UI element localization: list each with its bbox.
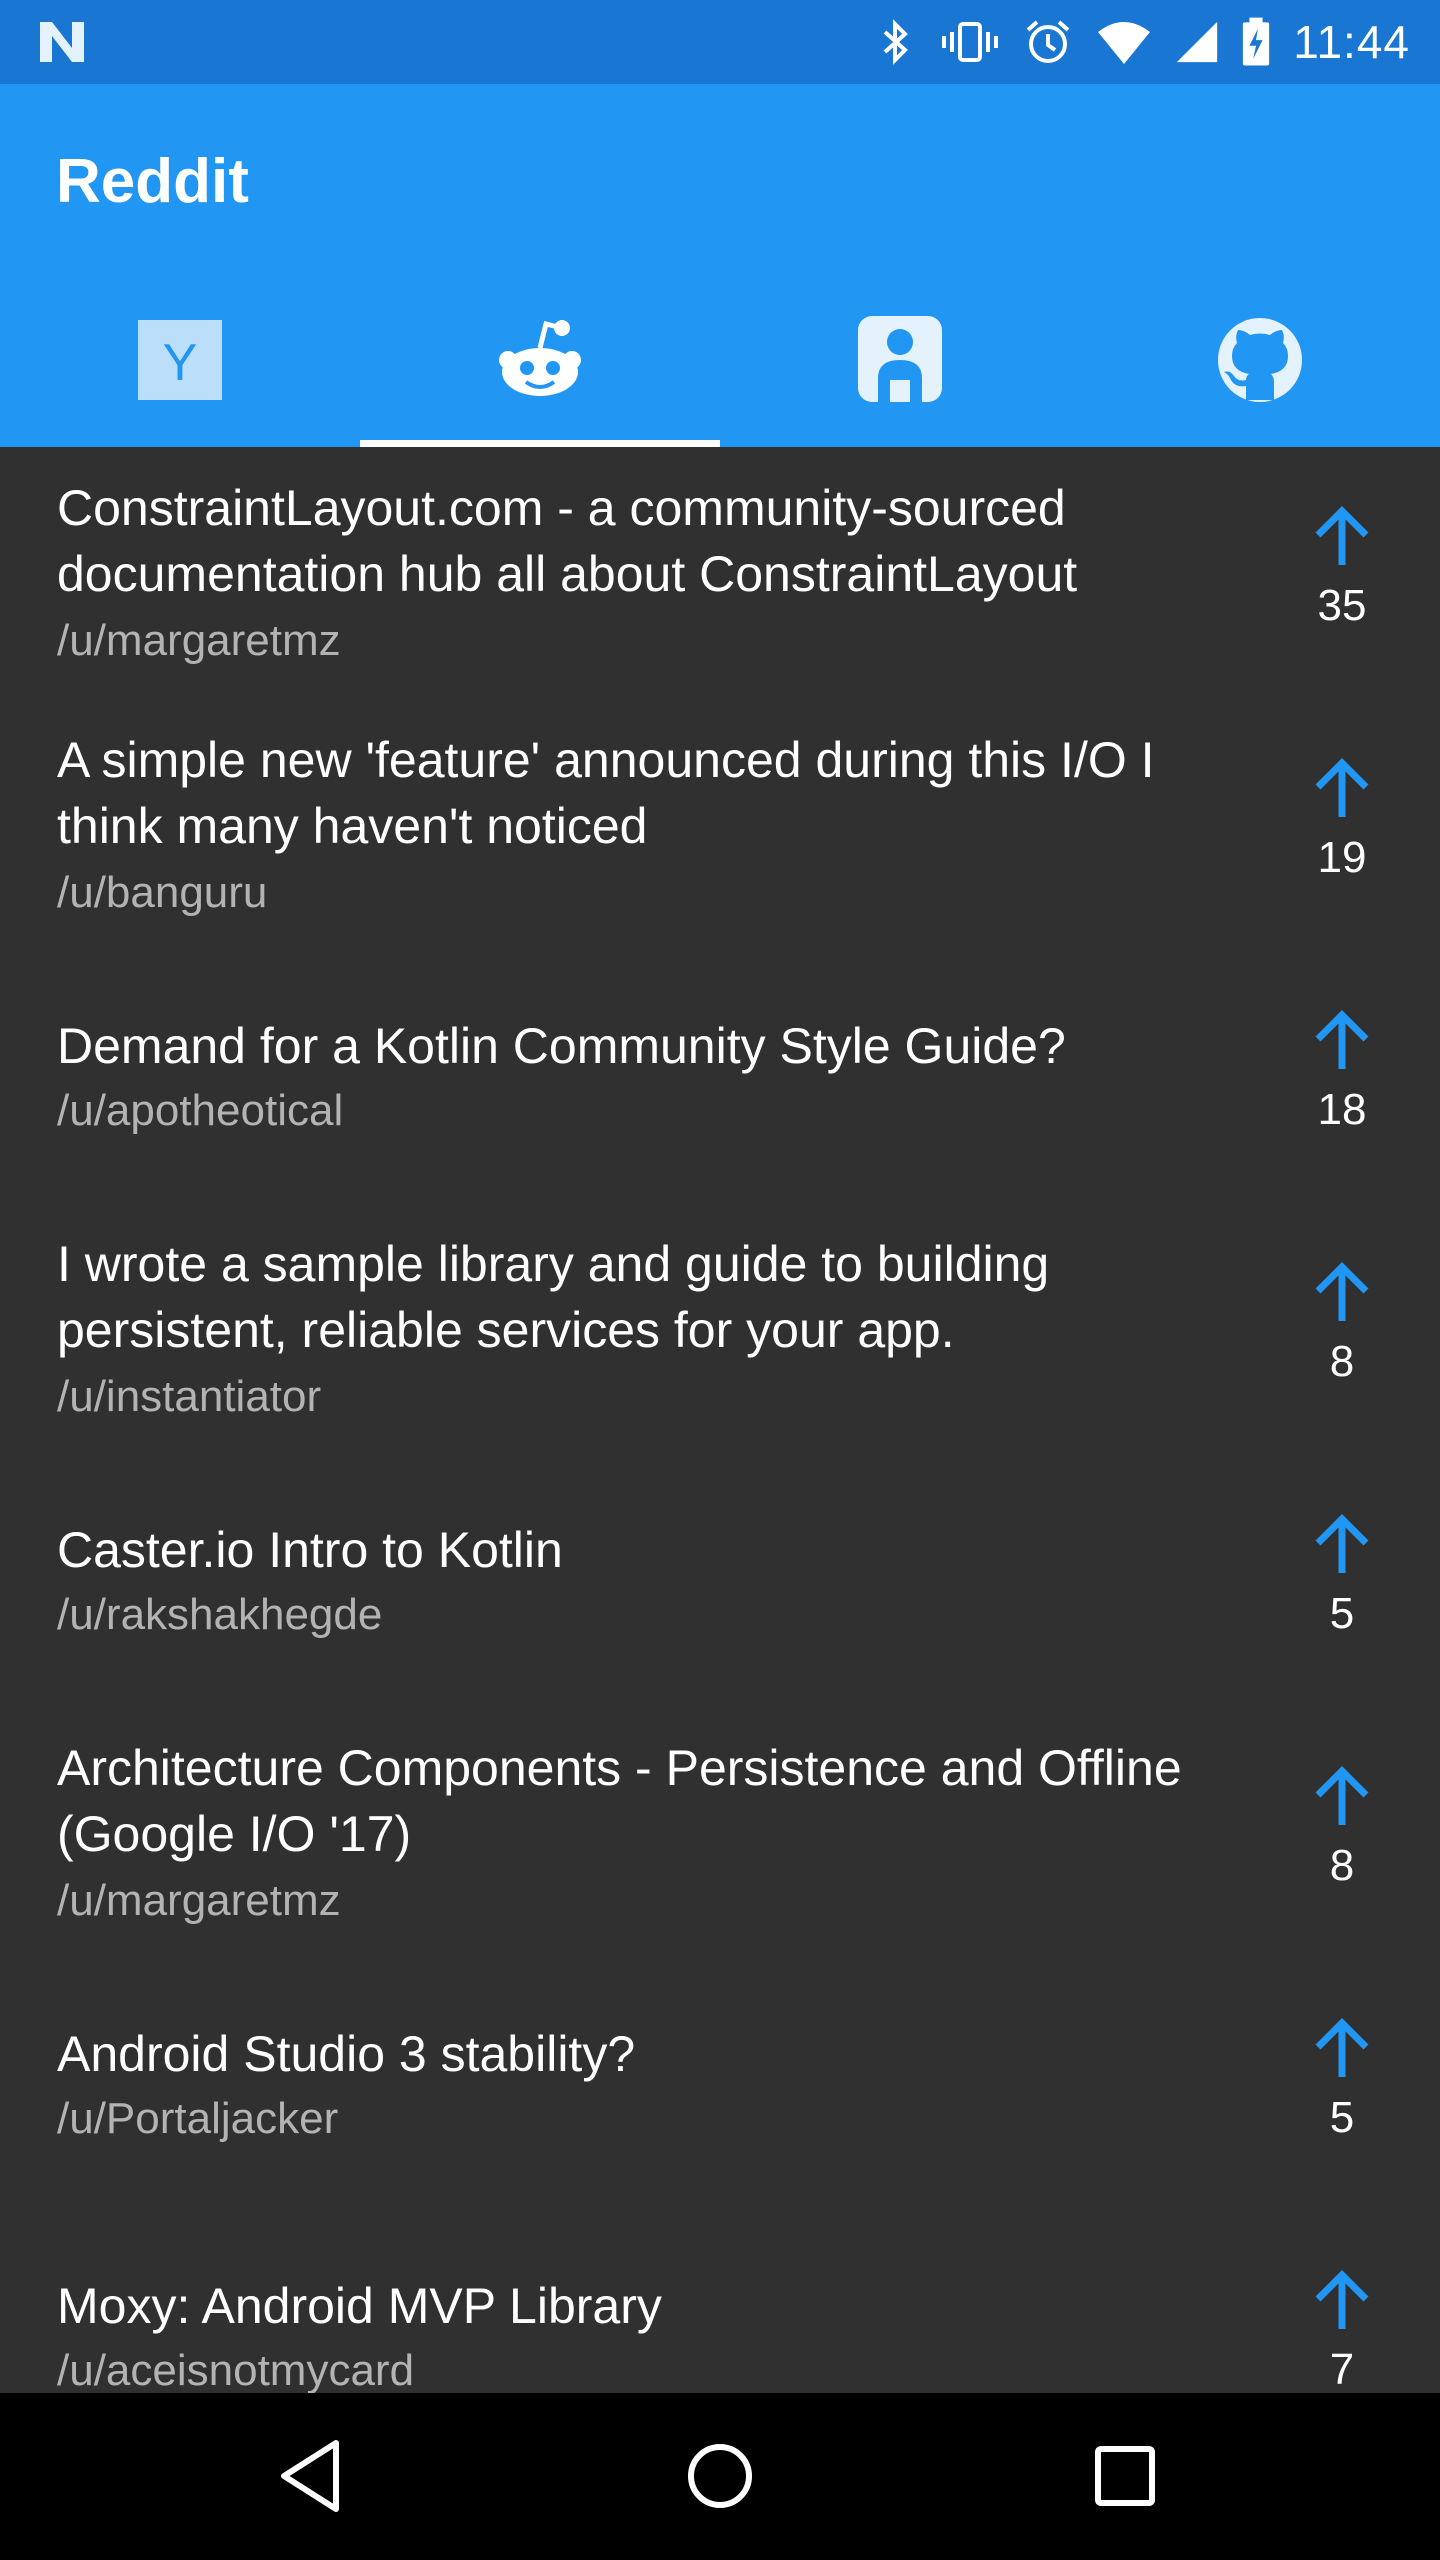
list-item[interactable]: Moxy: Android MVP Library /u/aceisnotmyc… <box>0 2211 1440 2393</box>
list-item[interactable]: Architecture Components - Persistence an… <box>0 1707 1440 1959</box>
selected-tab-indicator <box>360 440 720 447</box>
reddit-icon <box>499 319 581 396</box>
upvote-arrow-icon <box>1315 758 1369 817</box>
list-item[interactable]: Caster.io Intro to Kotlin /u/rakshakhegd… <box>0 1455 1440 1707</box>
vote-count: 18 <box>1317 1085 1367 1134</box>
battery-charging-icon <box>1243 17 1270 66</box>
bluetooth-icon <box>883 19 909 65</box>
wifi-icon <box>1098 22 1151 64</box>
post-author: /u/Portaljacker <box>57 2094 339 2143</box>
post-title: A simple new 'feature' announced during … <box>57 732 1155 854</box>
github-icon <box>1218 317 1302 402</box>
status-bar: 11:44 <box>0 0 1440 84</box>
upvote-arrow-icon <box>1315 1262 1369 1321</box>
vote-count: 8 <box>1329 1841 1355 1890</box>
back-icon[interactable] <box>270 2431 360 2521</box>
alarm-icon <box>1026 20 1070 63</box>
list-item[interactable]: A simple new 'feature' announced during … <box>0 699 1440 951</box>
upvote-arrow-icon <box>1315 506 1369 565</box>
app-title: Reddit <box>56 147 249 216</box>
list-item[interactable]: Demand for a Kotlin Community Style Guid… <box>0 951 1440 1203</box>
post-title: Demand for a Kotlin Community Style Guid… <box>57 1018 1066 1074</box>
post-author: /u/instantiator <box>57 1372 322 1421</box>
post-author: /u/banguru <box>57 868 268 917</box>
upvote-arrow-icon <box>1315 1514 1369 1573</box>
upvote-control[interactable]: 18 <box>1300 951 1384 1203</box>
home-icon[interactable] <box>675 2431 765 2521</box>
tab-github[interactable] <box>1080 282 1440 447</box>
app-bar: Reddit Y <box>0 84 1440 447</box>
upvote-arrow-icon <box>1315 1010 1369 1069</box>
vibrate-icon <box>942 22 999 62</box>
upvote-arrow-icon <box>1315 2270 1369 2329</box>
status-time: 11:44 <box>1293 16 1410 68</box>
vote-count: 35 <box>1317 581 1367 630</box>
navigation-bar <box>0 2393 1440 2560</box>
post-list[interactable]: ConstraintLayout.com - a community-sourc… <box>0 447 1440 2393</box>
upvote-control[interactable]: 7 <box>1300 2211 1384 2393</box>
post-author: /u/rakshakhegde <box>57 1590 383 1639</box>
tab-bar: Y <box>0 282 1440 447</box>
upvote-control[interactable]: 5 <box>1300 1455 1384 1707</box>
hacker-news-icon: Y <box>138 319 222 400</box>
upvote-arrow-icon <box>1315 1766 1369 1825</box>
upvote-control[interactable]: 5 <box>1300 1959 1384 2211</box>
vote-count: 8 <box>1329 1337 1355 1386</box>
upvote-control[interactable]: 35 <box>1300 447 1384 699</box>
signal-icon <box>1177 21 1218 63</box>
upvote-control[interactable]: 8 <box>1300 1707 1384 1959</box>
post-title: ConstraintLayout.com - a community-sourc… <box>57 480 1078 602</box>
post-title: Android Studio 3 stability? <box>57 2026 636 2082</box>
hacker-news-glyph: Y <box>163 334 198 392</box>
upvote-control[interactable]: 8 <box>1300 1203 1384 1455</box>
post-title: Caster.io Intro to Kotlin <box>57 1522 563 1578</box>
list-item[interactable]: ConstraintLayout.com - a community-sourc… <box>0 447 1440 699</box>
upvote-control[interactable]: 19 <box>1300 699 1384 951</box>
post-author: /u/margaretmz <box>57 1876 341 1925</box>
post-author: /u/margaretmz <box>57 616 341 665</box>
post-author: /u/apotheotical <box>57 1086 344 1135</box>
vote-count: 7 <box>1329 2345 1355 2393</box>
upvote-arrow-icon <box>1315 2018 1369 2077</box>
designer-news-icon <box>858 315 942 404</box>
tab-designer-news[interactable] <box>720 282 1080 447</box>
vote-count: 5 <box>1329 2093 1355 2142</box>
n-logo-icon <box>40 22 84 62</box>
list-item[interactable]: I wrote a sample library and guide to bu… <box>0 1203 1440 1455</box>
vote-count: 5 <box>1329 1589 1355 1638</box>
post-title: Architecture Components - Persistence an… <box>57 1740 1182 1862</box>
post-title: I wrote a sample library and guide to bu… <box>57 1236 1050 1358</box>
list-item[interactable]: Android Studio 3 stability? /u/Portaljac… <box>0 1959 1440 2211</box>
post-title: Moxy: Android MVP Library <box>57 2278 662 2334</box>
tab-hacker-news[interactable]: Y <box>0 282 360 447</box>
tab-reddit[interactable] <box>360 282 720 447</box>
recents-icon[interactable] <box>1080 2431 1170 2521</box>
post-author: /u/aceisnotmycard <box>57 2346 415 2393</box>
vote-count: 19 <box>1317 833 1367 882</box>
